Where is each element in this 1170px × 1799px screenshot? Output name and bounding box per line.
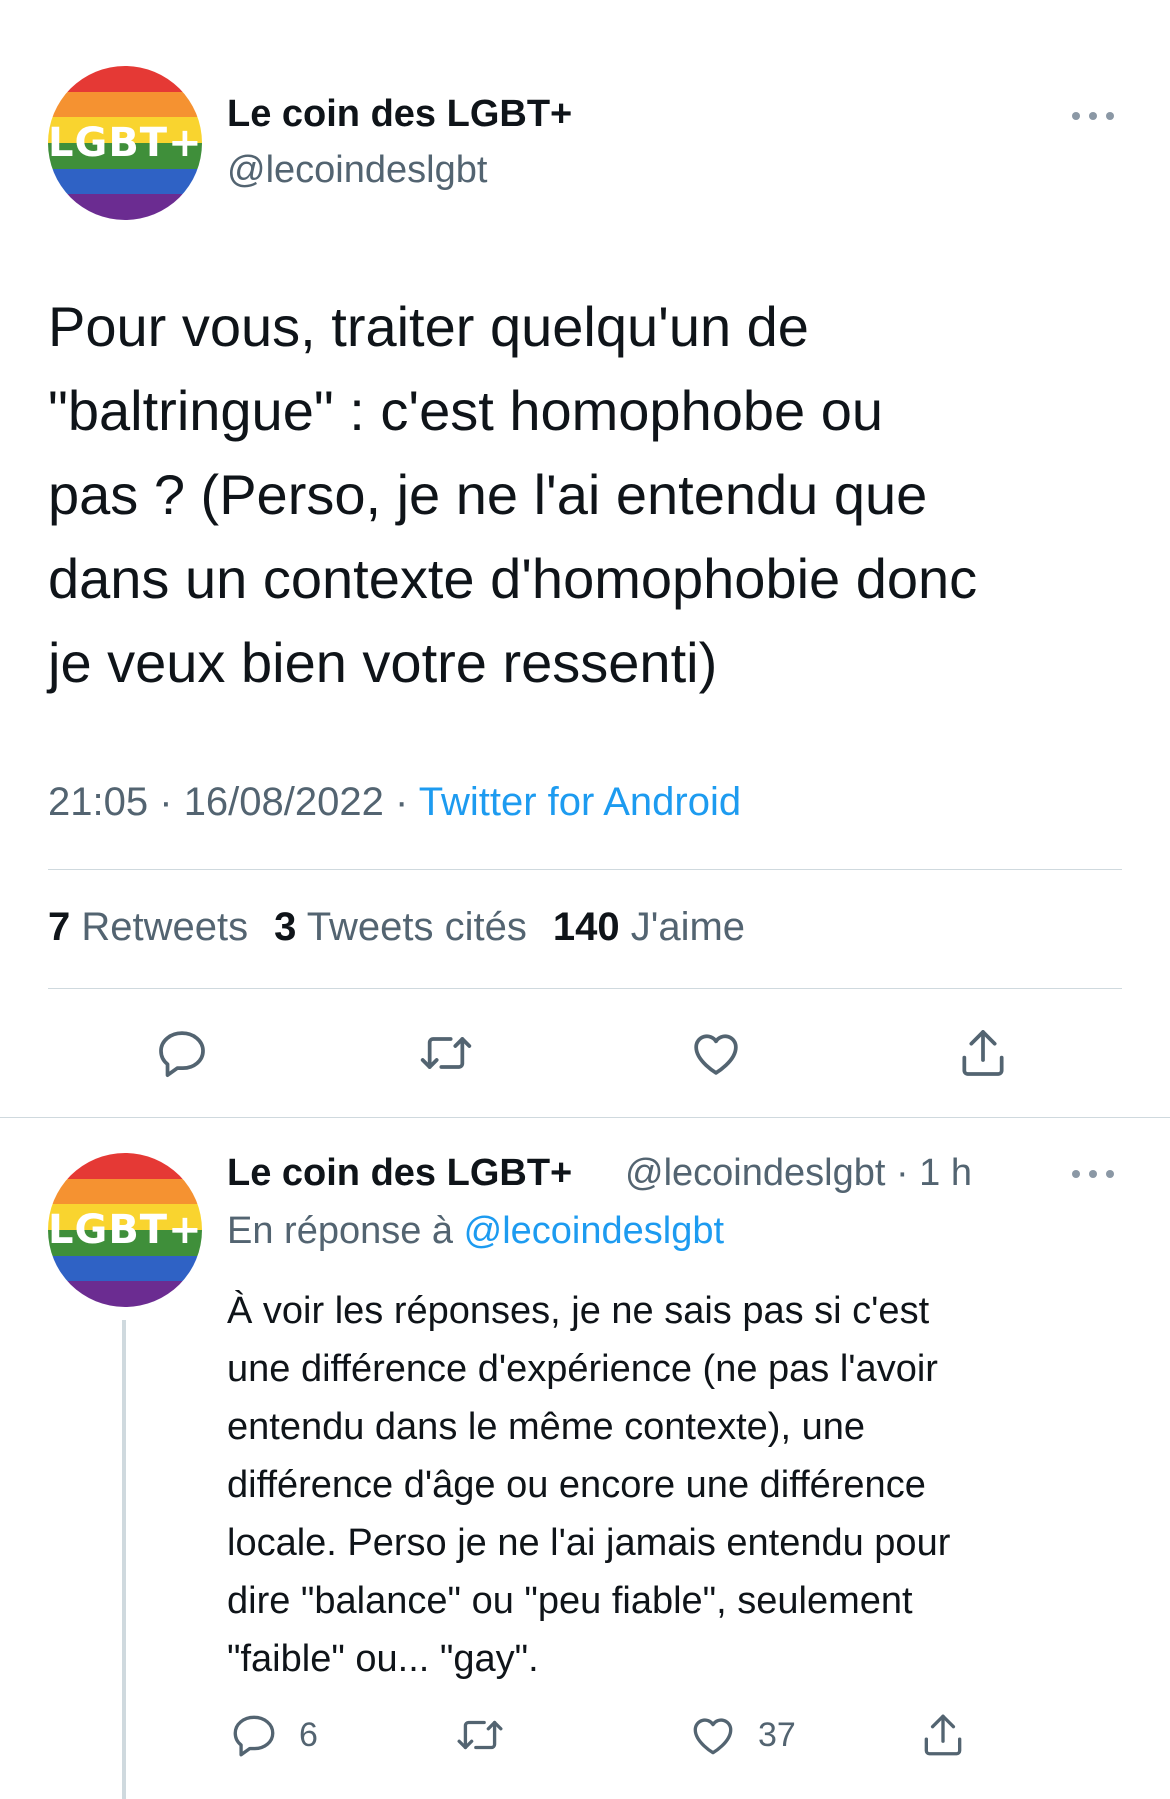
reply-handle-time[interactable]: @lecoindeslgbt · 1 h [625,1152,972,1195]
author-handle[interactable]: @lecoindeslgbt [227,149,487,192]
author-name[interactable]: Le coin des LGBT+ [227,93,572,136]
reply-more-options-icon[interactable] [1070,1163,1118,1183]
reply-author-name[interactable]: Le coin des LGBT+ [227,1152,572,1195]
author-avatar[interactable]: LGBT+ [48,66,202,220]
reply-author-avatar[interactable]: LGBT+ [48,1153,202,1307]
retweet-icon[interactable] [418,1025,474,1081]
avatar-logo-text: LGBT+ [48,1207,202,1253]
tweet-date: 16/08/2022 [183,780,384,824]
thread-line [122,1320,126,1799]
replying-to: En réponse à @lecoindeslgbt [227,1210,724,1253]
like-icon [693,1718,733,1755]
reply-count: 6 [299,1715,318,1754]
like-icon[interactable] [688,1025,744,1081]
quotes-label: Tweets cités [306,905,527,949]
reply-like-button[interactable]: 37 [688,1710,796,1760]
reply-share-button[interactable] [918,1710,968,1760]
likes-stat[interactable]: 140 J'aime [553,905,745,950]
tweet-meta: 21:05 · 16/08/2022 · Twitter for Android [48,780,741,825]
tweet-time: 21:05 [48,780,149,824]
reply-retweet-button[interactable] [455,1710,505,1760]
quotes-stat[interactable]: 3 Tweets cités [274,905,527,950]
reply-icon[interactable] [154,1025,210,1081]
retweets-stat[interactable]: 7 Retweets [48,905,248,950]
avatar-logo-text: LGBT+ [48,120,202,166]
reply-reply-button[interactable]: 6 [229,1710,318,1760]
share-icon[interactable] [955,1025,1011,1081]
retweets-count: 7 [48,905,71,949]
likes-label: J'aime [630,905,746,949]
divider [48,988,1122,989]
reply-text: À voir les réponses, je ne sais pas si c… [227,1290,951,1680]
meta-separator: · [159,780,173,824]
divider [48,869,1122,870]
tweet-source-link[interactable]: Twitter for Android [419,780,741,824]
more-options-icon[interactable] [1070,105,1118,125]
share-icon [924,1714,962,1756]
like-count: 37 [758,1715,796,1754]
section-divider [0,1117,1170,1118]
retweet-icon [457,1720,503,1750]
replying-to-prefix: En réponse à [227,1210,454,1252]
quotes-count: 3 [274,905,297,949]
likes-count: 140 [552,905,620,949]
tweet-stats: 7 Retweets 3 Tweets cités 140 J'aime [48,905,745,950]
replying-to-mention[interactable]: @lecoindeslgbt [464,1210,724,1252]
tweet-text: Pour vous, traiter quelqu'un de "baltrin… [48,295,978,694]
meta-separator: · [395,780,409,824]
reply-icon [233,1715,275,1757]
retweets-label: Retweets [81,905,249,949]
